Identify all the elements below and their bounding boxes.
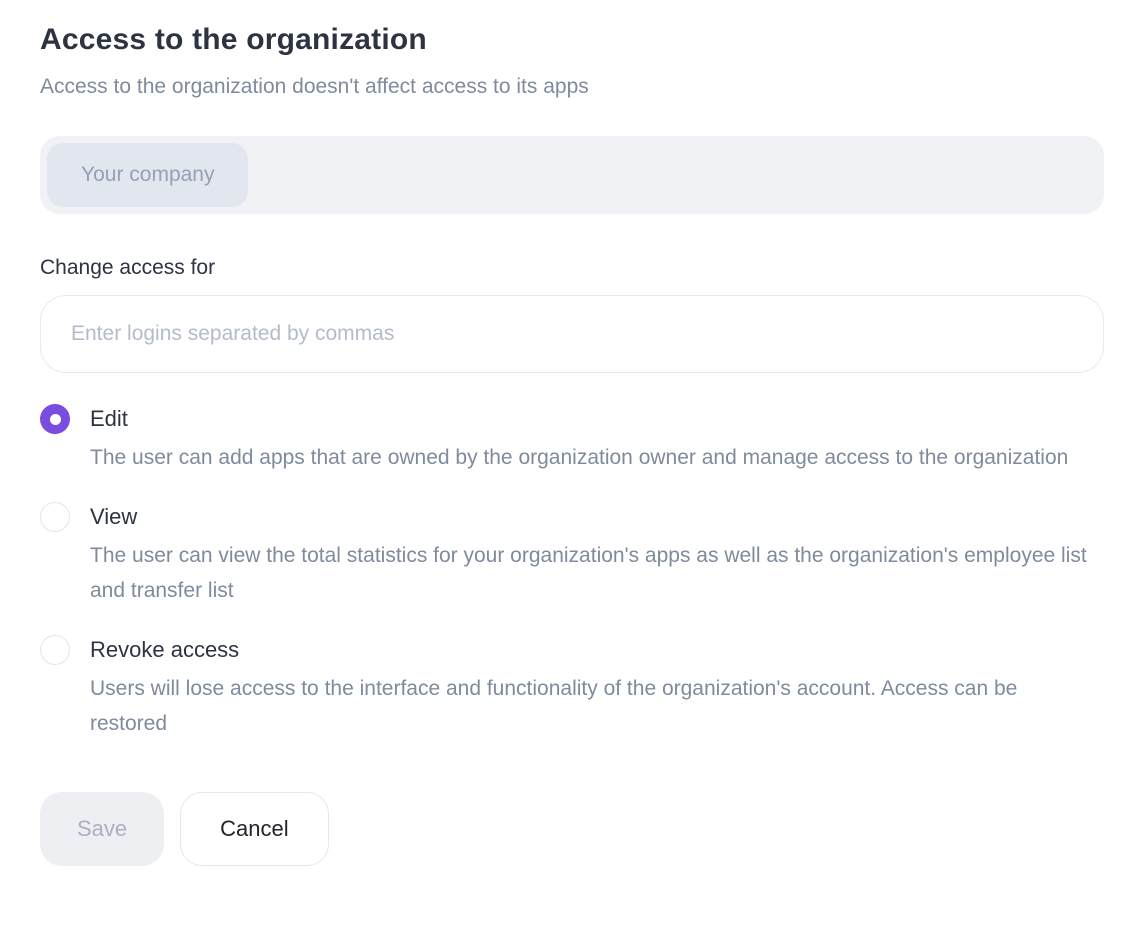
change-access-label: Change access for bbox=[40, 255, 1104, 280]
org-tab-your-company[interactable]: Your company bbox=[47, 143, 248, 207]
access-option-edit-label[interactable]: Edit bbox=[90, 404, 1068, 434]
logins-input[interactable] bbox=[40, 295, 1104, 373]
access-option-view-description: The user can view the total statistics f… bbox=[90, 538, 1090, 608]
page-subtitle: Access to the organization doesn't affec… bbox=[40, 74, 1104, 100]
radio-edit-icon[interactable] bbox=[40, 404, 70, 434]
form-actions: Save Cancel bbox=[40, 792, 1104, 866]
access-option-edit-description: The user can add apps that are owned by … bbox=[90, 440, 1068, 475]
access-option-revoke-body: Revoke access Users will lose access to … bbox=[90, 635, 1090, 741]
access-option-edit[interactable]: Edit The user can add apps that are owne… bbox=[40, 404, 1104, 475]
access-settings-page: Access to the organization Access to the… bbox=[0, 0, 1134, 866]
access-option-revoke-description: Users will lose access to the interface … bbox=[90, 671, 1090, 741]
access-option-edit-body: Edit The user can add apps that are owne… bbox=[90, 404, 1068, 475]
access-option-revoke-label[interactable]: Revoke access bbox=[90, 635, 1090, 665]
cancel-button[interactable]: Cancel bbox=[180, 792, 328, 866]
access-option-view-body: View The user can view the total statist… bbox=[90, 502, 1090, 608]
access-level-radio-group: Edit The user can add apps that are owne… bbox=[40, 404, 1104, 741]
access-option-view[interactable]: View The user can view the total statist… bbox=[40, 502, 1104, 608]
radio-view-icon[interactable] bbox=[40, 502, 70, 532]
organization-tabs: Your company bbox=[40, 136, 1104, 214]
radio-revoke-icon[interactable] bbox=[40, 635, 70, 665]
access-option-revoke[interactable]: Revoke access Users will lose access to … bbox=[40, 635, 1104, 741]
page-title: Access to the organization bbox=[40, 22, 1104, 58]
access-option-view-label[interactable]: View bbox=[90, 502, 1090, 532]
save-button[interactable]: Save bbox=[40, 792, 164, 866]
